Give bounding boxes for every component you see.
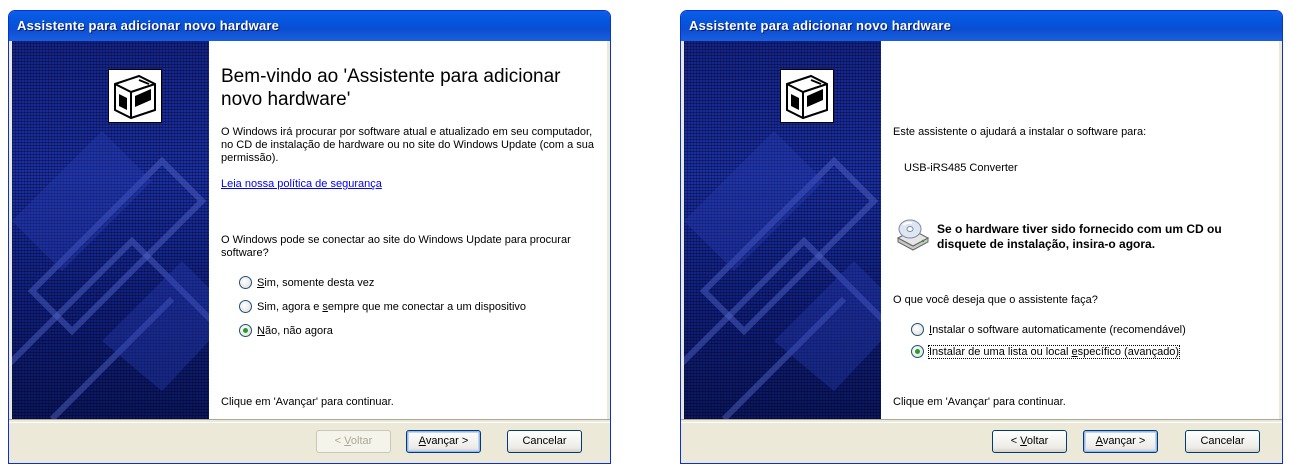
wizard-heading: Bem-vindo ao 'Assistente para adicionar … (221, 66, 561, 110)
window-title: Assistente para adicionar novo hardware (17, 18, 280, 33)
hardware-box-icon (780, 69, 834, 123)
footer-instruction: Clique em 'Avançar' para continuar. (893, 396, 1066, 408)
wizard-sidebar-banner (12, 41, 209, 419)
question-text: O Windows pode se conectar ao site do Wi… (221, 234, 571, 259)
window-title-bar[interactable]: Assistente para adicionar novo hardware (681, 11, 1282, 41)
back-button[interactable]: < Voltar (316, 430, 391, 453)
radio-button-selected[interactable] (239, 324, 252, 337)
wizard-sidebar-banner (684, 41, 881, 419)
footer-instruction: Clique em 'Avançar' para continuar. (221, 396, 394, 408)
cd-drive-icon (895, 216, 931, 252)
back-button[interactable]: < Voltar (992, 430, 1067, 453)
wizard-content: Este assistente o ajudará a instalar o s… (881, 41, 1279, 419)
wizard-window-welcome: Assistente para adicionar novo hardware (8, 10, 611, 464)
window-title-bar[interactable]: Assistente para adicionar novo hardware (9, 11, 610, 41)
radio-yes-always[interactable]: Sim, agora e sempre que me conectar a um… (239, 300, 526, 316)
privacy-policy-link-row: Leia nossa política de segurança (221, 178, 595, 191)
device-name: USB-iRS485 Converter (904, 162, 1018, 174)
radio-button[interactable] (911, 323, 924, 336)
insert-cd-message: Se o hardware tiver sido fornecido com u… (937, 222, 1222, 251)
next-button[interactable]: Avançar > (1083, 430, 1158, 453)
wizard-body: Este assistente o ajudará a instalar o s… (684, 41, 1279, 419)
radio-button-selected[interactable] (911, 345, 924, 358)
wizard-body: Bem-vindo ao 'Assistente para adicionar … (12, 41, 607, 419)
cancel-button[interactable]: Cancelar (507, 430, 582, 453)
hardware-box-icon (108, 69, 162, 123)
intro-text: Este assistente o ajudará a instalar o s… (893, 126, 1147, 138)
next-button[interactable]: Avançar > (406, 430, 481, 453)
radio-yes-this-time[interactable]: Sim, somente desta vez (239, 276, 374, 292)
wizard-content: Bem-vindo ao 'Assistente para adicionar … (209, 41, 607, 419)
wizard-window-install-options: Assistente para adicionar novo hardware (680, 10, 1283, 464)
radio-install-automatically[interactable]: Instalar o software automaticamente (rec… (911, 323, 1186, 339)
radio-button[interactable] (239, 300, 252, 313)
intro-text: O Windows irá procurar por software atua… (221, 126, 594, 164)
question-text: O que você deseja que o assistente faça? (893, 294, 1098, 306)
focused-option-label: Instalar de uma lista ou local específic… (927, 345, 1181, 359)
cancel-button[interactable]: Cancelar (1185, 430, 1260, 453)
radio-button[interactable] (239, 276, 252, 289)
radio-no-not-now[interactable]: Não, não agora (239, 324, 333, 340)
radio-install-from-list[interactable]: Instalar de uma lista ou local específic… (911, 345, 1181, 361)
privacy-policy-link[interactable]: Leia nossa política de segurança (221, 178, 382, 190)
button-separator (9, 419, 610, 423)
window-title: Assistente para adicionar novo hardware (689, 18, 952, 33)
button-separator (681, 419, 1282, 423)
